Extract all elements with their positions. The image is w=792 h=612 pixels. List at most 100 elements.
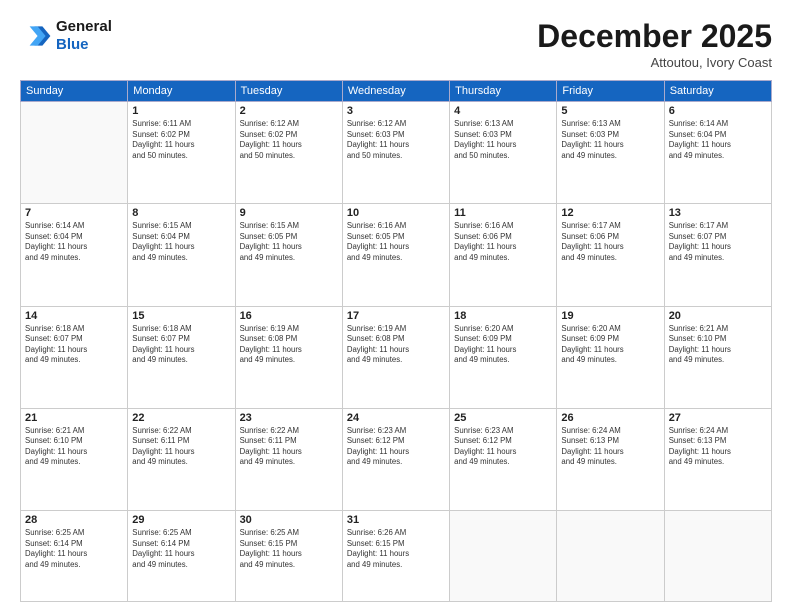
calendar-cell: 30 Sunrise: 6:25 AM Sunset: 6:15 PM Dayli… <box>235 511 342 602</box>
calendar-cell: 7 Sunrise: 6:14 AM Sunset: 6:04 PM Daylig… <box>21 204 128 306</box>
calendar-week-0: 1Sunrise: 6:11 AM Sunset: 6:02 PM Daylig… <box>21 102 772 204</box>
day-number: 19 <box>561 310 659 322</box>
day-info: Sunrise: 6:25 AM Sunset: 6:14 PM Dayligh… <box>25 528 123 570</box>
day-info: Sunrise: 6:25 AM Sunset: 6:14 PM Dayligh… <box>132 528 230 570</box>
calendar-cell: 25Sunrise: 6:23 AM Sunset: 6:12 PM Dayli… <box>450 408 557 510</box>
day-number: 5 <box>561 105 659 117</box>
calendar-cell: 29Sunrise: 6:25 AM Sunset: 6:14 PM Dayli… <box>128 511 235 602</box>
day-number: 11 <box>454 207 552 219</box>
logo-icon <box>20 20 52 52</box>
day-number: 26 <box>561 412 659 424</box>
calendar-week-4: 28 Sunrise: 6:25 AM Sunset: 6:14 PM Dayli… <box>21 511 772 602</box>
day-info: Sunrise: 6:19 AM Sunset: 6:08 PM Dayligh… <box>240 324 338 366</box>
header: General Blue December 2025 Attoutou, Ivo… <box>20 18 772 70</box>
day-info: Sunrise: 6:15 AM Sunset: 6:04 PM Dayligh… <box>132 221 230 263</box>
calendar-header: SundayMondayTuesdayWednesdayThursdayFrid… <box>21 81 772 102</box>
day-info: Sunrise: 6:14 AM Sunset: 6:04 PM Dayligh… <box>25 221 123 263</box>
day-info: Sunrise: 6:21 AM Sunset: 6:10 PM Dayligh… <box>25 426 123 468</box>
weekday-tuesday: Tuesday <box>235 81 342 102</box>
calendar-cell: 10 Sunrise: 6:16 AM Sunset: 6:05 PM Dayli… <box>342 204 449 306</box>
day-info: Sunrise: 6:18 AM Sunset: 6:07 PM Dayligh… <box>132 324 230 366</box>
logo-line1: General <box>56 18 112 36</box>
calendar-cell: 17 Sunrise: 6:19 AM Sunset: 6:08 PM Dayli… <box>342 306 449 408</box>
weekday-thursday: Thursday <box>450 81 557 102</box>
weekday-monday: Monday <box>128 81 235 102</box>
location: Attoutou, Ivory Coast <box>537 55 772 70</box>
day-number: 16 <box>240 310 338 322</box>
day-info: Sunrise: 6:22 AM Sunset: 6:11 PM Dayligh… <box>132 426 230 468</box>
weekday-header-row: SundayMondayTuesdayWednesdayThursdayFrid… <box>21 81 772 102</box>
calendar-body: 1Sunrise: 6:11 AM Sunset: 6:02 PM Daylig… <box>21 102 772 602</box>
day-info: Sunrise: 6:22 AM Sunset: 6:11 PM Dayligh… <box>240 426 338 468</box>
day-number: 24 <box>347 412 445 424</box>
calendar-table: SundayMondayTuesdayWednesdayThursdayFrid… <box>20 80 772 602</box>
day-number: 8 <box>132 207 230 219</box>
day-number: 7 <box>25 207 123 219</box>
calendar-cell: 24 Sunrise: 6:23 AM Sunset: 6:12 PM Dayli… <box>342 408 449 510</box>
weekday-friday: Friday <box>557 81 664 102</box>
calendar-cell: 2Sunrise: 6:12 AM Sunset: 6:02 PM Daylig… <box>235 102 342 204</box>
calendar-cell: 4Sunrise: 6:13 AM Sunset: 6:03 PM Daylig… <box>450 102 557 204</box>
day-number: 9 <box>240 207 338 219</box>
calendar-cell: 26Sunrise: 6:24 AM Sunset: 6:13 PM Dayli… <box>557 408 664 510</box>
day-number: 6 <box>669 105 767 117</box>
day-number: 10 <box>347 207 445 219</box>
calendar-cell <box>557 511 664 602</box>
day-info: Sunrise: 6:14 AM Sunset: 6:04 PM Dayligh… <box>669 119 767 161</box>
calendar-cell: 3 Sunrise: 6:12 AM Sunset: 6:03 PM Daylig… <box>342 102 449 204</box>
day-number: 3 <box>347 105 445 117</box>
day-number: 28 <box>25 514 123 526</box>
day-info: Sunrise: 6:23 AM Sunset: 6:12 PM Dayligh… <box>347 426 445 468</box>
day-number: 25 <box>454 412 552 424</box>
month-title: December 2025 <box>537 18 772 55</box>
page: General Blue December 2025 Attoutou, Ivo… <box>0 0 792 612</box>
day-info: Sunrise: 6:16 AM Sunset: 6:05 PM Dayligh… <box>347 221 445 263</box>
calendar-cell: 20Sunrise: 6:21 AM Sunset: 6:10 PM Dayli… <box>664 306 771 408</box>
day-info: Sunrise: 6:15 AM Sunset: 6:05 PM Dayligh… <box>240 221 338 263</box>
day-number: 13 <box>669 207 767 219</box>
day-number: 27 <box>669 412 767 424</box>
calendar-week-3: 21 Sunrise: 6:21 AM Sunset: 6:10 PM Dayli… <box>21 408 772 510</box>
logo: General Blue <box>20 18 112 54</box>
day-info: Sunrise: 6:20 AM Sunset: 6:09 PM Dayligh… <box>561 324 659 366</box>
day-number: 14 <box>25 310 123 322</box>
day-info: Sunrise: 6:20 AM Sunset: 6:09 PM Dayligh… <box>454 324 552 366</box>
calendar-cell: 1Sunrise: 6:11 AM Sunset: 6:02 PM Daylig… <box>128 102 235 204</box>
day-info: Sunrise: 6:17 AM Sunset: 6:07 PM Dayligh… <box>669 221 767 263</box>
day-number: 23 <box>240 412 338 424</box>
calendar-cell: 6 Sunrise: 6:14 AM Sunset: 6:04 PM Daylig… <box>664 102 771 204</box>
calendar-cell: 18 Sunrise: 6:20 AM Sunset: 6:09 PM Dayli… <box>450 306 557 408</box>
weekday-wednesday: Wednesday <box>342 81 449 102</box>
calendar-cell: 27 Sunrise: 6:24 AM Sunset: 6:13 PM Dayli… <box>664 408 771 510</box>
calendar-cell: 21 Sunrise: 6:21 AM Sunset: 6:10 PM Dayli… <box>21 408 128 510</box>
day-info: Sunrise: 6:24 AM Sunset: 6:13 PM Dayligh… <box>669 426 767 468</box>
day-info: Sunrise: 6:12 AM Sunset: 6:03 PM Dayligh… <box>347 119 445 161</box>
day-number: 12 <box>561 207 659 219</box>
calendar-cell: 23 Sunrise: 6:22 AM Sunset: 6:11 PM Dayli… <box>235 408 342 510</box>
day-info: Sunrise: 6:17 AM Sunset: 6:06 PM Dayligh… <box>561 221 659 263</box>
calendar-cell: 28 Sunrise: 6:25 AM Sunset: 6:14 PM Dayli… <box>21 511 128 602</box>
day-number: 21 <box>25 412 123 424</box>
logo-line2: Blue <box>56 36 112 54</box>
day-number: 17 <box>347 310 445 322</box>
calendar-cell: 13 Sunrise: 6:17 AM Sunset: 6:07 PM Dayli… <box>664 204 771 306</box>
day-info: Sunrise: 6:16 AM Sunset: 6:06 PM Dayligh… <box>454 221 552 263</box>
calendar-cell: 9 Sunrise: 6:15 AM Sunset: 6:05 PM Daylig… <box>235 204 342 306</box>
day-info: Sunrise: 6:11 AM Sunset: 6:02 PM Dayligh… <box>132 119 230 161</box>
calendar-cell <box>450 511 557 602</box>
title-block: December 2025 Attoutou, Ivory Coast <box>537 18 772 70</box>
day-number: 15 <box>132 310 230 322</box>
calendar-cell <box>664 511 771 602</box>
day-info: Sunrise: 6:13 AM Sunset: 6:03 PM Dayligh… <box>561 119 659 161</box>
calendar-cell: 19 Sunrise: 6:20 AM Sunset: 6:09 PM Dayli… <box>557 306 664 408</box>
day-info: Sunrise: 6:25 AM Sunset: 6:15 PM Dayligh… <box>240 528 338 570</box>
calendar-week-1: 7 Sunrise: 6:14 AM Sunset: 6:04 PM Daylig… <box>21 204 772 306</box>
calendar-cell: 12 Sunrise: 6:17 AM Sunset: 6:06 PM Dayli… <box>557 204 664 306</box>
calendar-week-2: 14 Sunrise: 6:18 AM Sunset: 6:07 PM Dayli… <box>21 306 772 408</box>
weekday-sunday: Sunday <box>21 81 128 102</box>
day-number: 30 <box>240 514 338 526</box>
calendar-cell: 11 Sunrise: 6:16 AM Sunset: 6:06 PM Dayli… <box>450 204 557 306</box>
day-info: Sunrise: 6:19 AM Sunset: 6:08 PM Dayligh… <box>347 324 445 366</box>
day-info: Sunrise: 6:26 AM Sunset: 6:15 PM Dayligh… <box>347 528 445 570</box>
day-number: 18 <box>454 310 552 322</box>
